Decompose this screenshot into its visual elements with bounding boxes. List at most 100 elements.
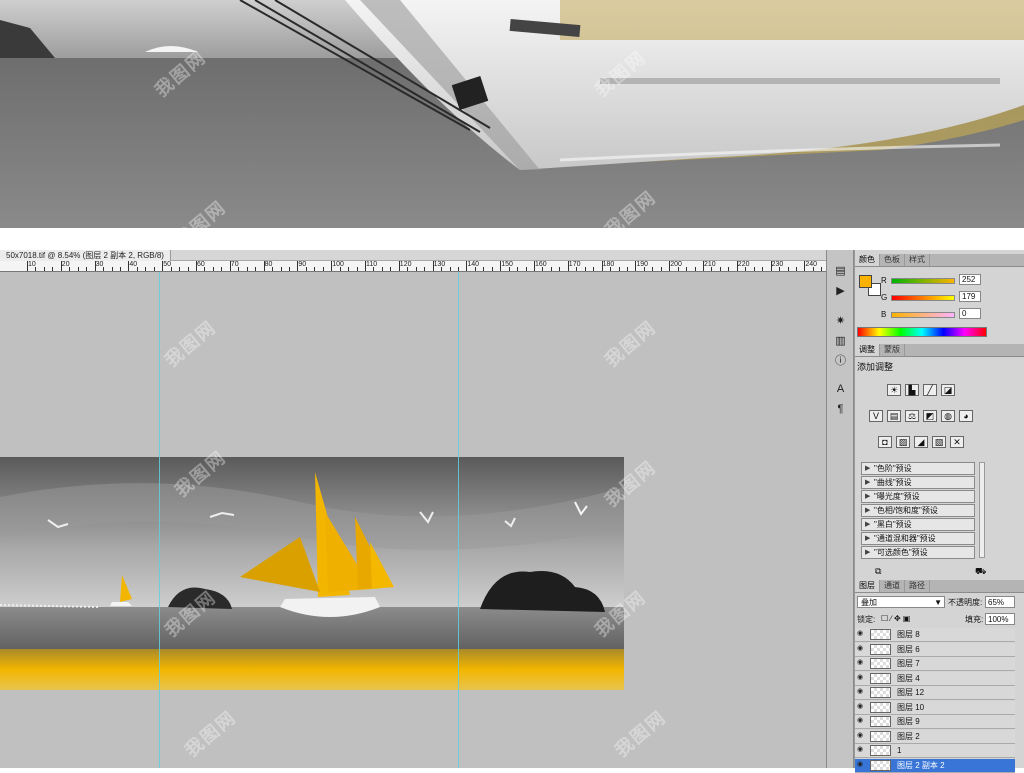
document-window: 50x7018.tif @ 8.54% (图层 2 副本 2, RGB/8) 1… xyxy=(0,250,826,768)
tab-layers[interactable]: 图层 xyxy=(855,580,880,592)
tab-color[interactable]: 颜色 xyxy=(855,254,880,266)
ruler-label: 190 xyxy=(636,261,649,268)
layer-row[interactable]: ◉ 图层 12 xyxy=(855,686,1015,700)
paragraph-icon[interactable]: ¶ xyxy=(833,402,848,416)
b-slider[interactable] xyxy=(891,312,955,318)
ruler-minor-tick xyxy=(694,267,696,271)
ruler-minor-tick xyxy=(187,267,189,271)
info-icon[interactable]: ⓘ xyxy=(833,354,848,368)
eye-icon[interactable]: ◉ xyxy=(857,717,865,725)
gradient-map-icon[interactable]: ▧ xyxy=(932,436,946,448)
black-white-icon[interactable]: ◩ xyxy=(923,410,937,422)
eye-icon[interactable]: ◉ xyxy=(857,761,865,769)
artwork-image[interactable] xyxy=(0,457,624,690)
color-balance-icon[interactable]: ⚖ xyxy=(905,410,919,422)
tab-paths[interactable]: 路径 xyxy=(905,580,930,592)
preset-item[interactable]: ▶ "色阶"预设 xyxy=(861,462,975,475)
layer-row[interactable]: ◉ 1 xyxy=(855,744,1015,758)
eye-icon[interactable]: ◉ xyxy=(857,645,865,653)
fill-field[interactable]: 100% xyxy=(985,613,1015,625)
eye-icon[interactable]: ◉ xyxy=(857,630,865,638)
preset-item[interactable]: ▶ "通道混和器"预设 xyxy=(861,532,975,545)
exposure-icon[interactable]: ◪ xyxy=(941,384,955,396)
preset-item[interactable]: ▶ "黑白"预设 xyxy=(861,518,975,531)
ruler-minor-tick xyxy=(280,267,282,271)
layer-row[interactable]: ◉ 图层 2 副本 2 xyxy=(855,758,1015,773)
horizontal-ruler[interactable]: 10 20 30 40 50 60 70 80 90 100 110 120 130 140 150 160 1… xyxy=(0,261,826,272)
expand-arrow-icon: ▶ xyxy=(865,493,871,500)
ruler-minor-tick xyxy=(356,267,358,271)
tab-adjustments[interactable]: 调整 xyxy=(855,344,880,356)
layer-row[interactable]: ◉ 图层 4 xyxy=(855,671,1015,686)
canvas-area[interactable] xyxy=(0,272,826,768)
ruler-label: 110 xyxy=(366,261,378,268)
eye-icon[interactable]: ◉ xyxy=(857,732,865,740)
lock-icons[interactable]: ☐ ∕ ✥ ▣ xyxy=(881,614,910,623)
adjust-clip-icon[interactable]: ⛟ xyxy=(975,566,986,578)
color-ramp[interactable] xyxy=(857,327,987,337)
expand-arrow-icon: ▶ xyxy=(865,549,871,556)
brightness-icon[interactable]: ☀ xyxy=(887,384,901,396)
layer-row[interactable]: ◉ 图层 9 xyxy=(855,715,1015,729)
layer-name: 图层 12 xyxy=(897,688,925,697)
foreground-color-swatch[interactable] xyxy=(859,275,872,288)
layer-row[interactable]: ◉ 图层 10 xyxy=(855,700,1015,715)
layer-row[interactable]: ◉ 图层 2 xyxy=(855,729,1015,744)
ruler-minor-tick xyxy=(821,267,823,271)
threshold-icon[interactable]: ◢ xyxy=(914,436,928,448)
levels-icon[interactable]: ▙ xyxy=(905,384,919,396)
blend-mode-select[interactable]: 叠加 ▼ xyxy=(857,596,945,608)
presets-scrollbar[interactable] xyxy=(979,462,985,558)
invert-icon[interactable]: ◘ xyxy=(878,436,892,448)
eye-icon[interactable]: ◉ xyxy=(857,688,865,696)
layer-row[interactable]: ◉ 图层 7 xyxy=(855,657,1015,671)
eye-icon[interactable]: ◉ xyxy=(857,674,865,682)
ruler-minor-tick xyxy=(77,267,79,271)
channel-mixer-icon[interactable]: ◕ xyxy=(959,410,973,422)
opacity-field[interactable]: 65% xyxy=(985,596,1015,608)
eye-icon[interactable]: ◉ xyxy=(857,659,865,667)
ruler-label: 200 xyxy=(670,261,682,268)
ruler-minor-tick xyxy=(424,267,426,271)
ruler-minor-tick xyxy=(618,267,620,271)
tab-swatches[interactable]: 色板 xyxy=(880,254,905,266)
guide-line[interactable] xyxy=(159,272,160,768)
ruler-minor-tick xyxy=(593,267,595,271)
preset-item[interactable]: ▶ "色相/饱和度"预设 xyxy=(861,504,975,517)
hue-saturation-icon[interactable]: ▤ xyxy=(887,410,901,422)
layer-row[interactable]: ◉ 图层 6 xyxy=(855,642,1015,657)
navigator-icon[interactable]: ✷ xyxy=(833,314,848,328)
curves-icon[interactable]: ╱ xyxy=(923,384,937,396)
ruler-minor-tick xyxy=(407,267,409,271)
history-icon[interactable]: ▤ xyxy=(833,264,848,278)
preset-item[interactable]: ▶ "曝光度"预设 xyxy=(861,490,975,503)
b-value-field[interactable]: 0 xyxy=(959,308,981,319)
eye-icon[interactable]: ◉ xyxy=(857,746,865,754)
histogram-icon[interactable]: ▥ xyxy=(833,334,848,348)
guide-line[interactable] xyxy=(458,272,459,768)
layer-row[interactable]: ◉ 图层 8 xyxy=(855,628,1015,642)
character-icon[interactable]: A xyxy=(833,382,848,396)
r-slider[interactable] xyxy=(891,278,955,284)
r-value-field[interactable]: 252 xyxy=(959,274,981,285)
channel-b-label: B xyxy=(881,310,887,319)
ruler-minor-tick xyxy=(584,267,586,271)
posterize-icon[interactable]: ▨ xyxy=(896,436,910,448)
tab-styles[interactable]: 样式 xyxy=(905,254,930,266)
tab-channels[interactable]: 通道 xyxy=(880,580,905,592)
document-tab[interactable]: 50x7018.tif @ 8.54% (图层 2 副本 2, RGB/8) xyxy=(0,250,171,261)
layer-thumbnail xyxy=(870,716,891,727)
g-slider[interactable] xyxy=(891,295,955,301)
eye-icon[interactable]: ◉ xyxy=(857,703,865,711)
photo-filter-icon[interactable]: ◍ xyxy=(941,410,955,422)
ruler-minor-tick xyxy=(652,267,654,271)
expand-arrow-icon: ▶ xyxy=(865,507,871,514)
preset-item[interactable]: ▶ "可选颜色"预设 xyxy=(861,546,975,559)
selective-color-icon[interactable]: ✕ xyxy=(950,436,964,448)
adjust-footer-icon[interactable]: ⧉ xyxy=(875,566,881,577)
actions-icon[interactable]: ▶ xyxy=(833,284,848,298)
vibrance-icon[interactable]: V xyxy=(869,410,883,422)
preset-item[interactable]: ▶ "曲线"预设 xyxy=(861,476,975,489)
tab-masks[interactable]: 蒙版 xyxy=(880,344,905,356)
g-value-field[interactable]: 179 xyxy=(959,291,981,302)
